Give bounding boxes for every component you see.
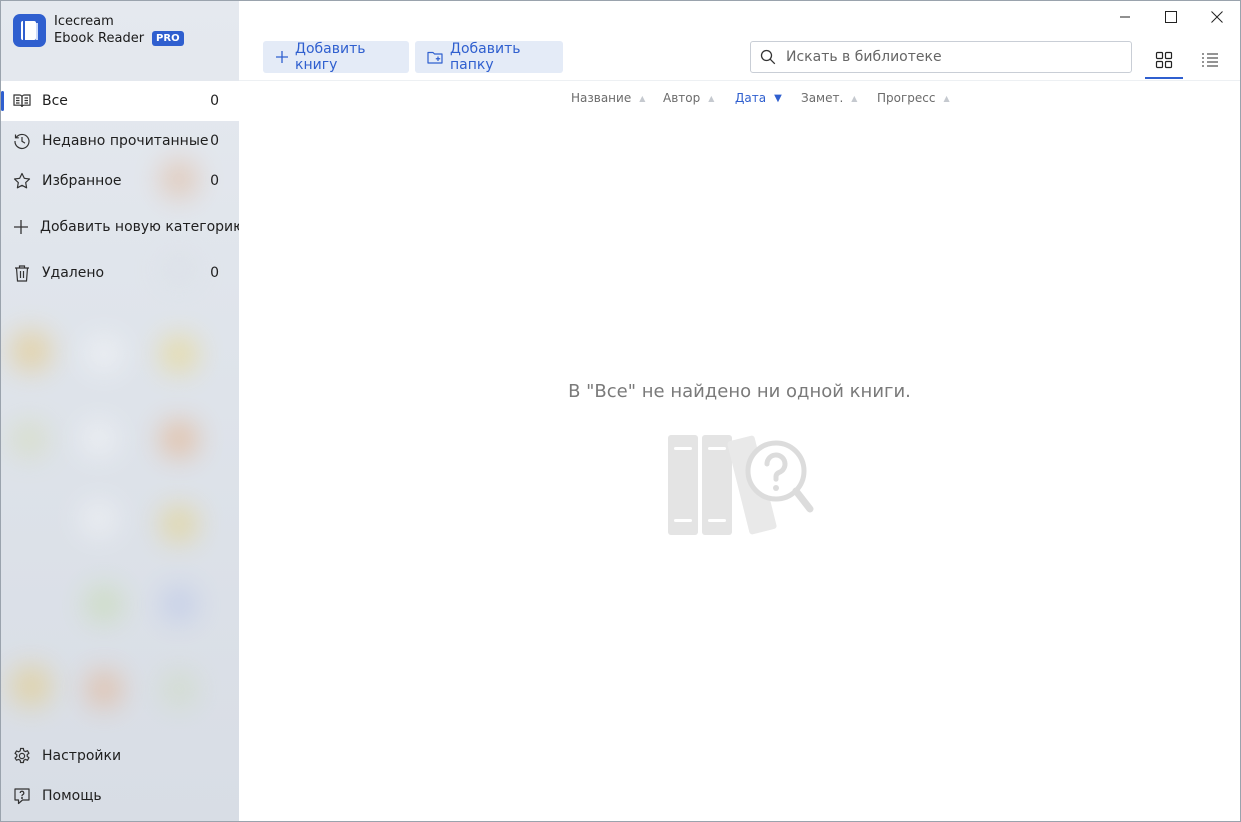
minimize-button[interactable] xyxy=(1102,1,1148,33)
folder-add-icon xyxy=(427,50,444,65)
sidebar-item-count: 0 xyxy=(210,93,219,109)
window-controls xyxy=(1102,1,1240,33)
sort-by-notes[interactable]: Замет. ▲ xyxy=(801,91,857,105)
sidebar-item-label: Добавить новую категорию xyxy=(40,219,239,235)
add-folder-label: Добавить папку xyxy=(450,41,521,73)
plus-icon xyxy=(275,50,289,64)
help-icon xyxy=(13,787,31,805)
sidebar-item-recent[interactable]: Недавно прочитанные 0 xyxy=(1,121,239,161)
sidebar: Icecream Ebook Reader PRO Все 0 Недавно … xyxy=(1,1,239,821)
app-name-line1: Icecream xyxy=(54,14,114,29)
sidebar-item-favorites[interactable]: Избранное 0 xyxy=(1,161,239,201)
library-main: Добавить книгу Добавить папку Искать в б… xyxy=(239,1,1240,821)
history-icon xyxy=(13,132,31,150)
add-book-button[interactable]: Добавить книгу xyxy=(263,41,409,73)
sort-by-title[interactable]: Название ▲ xyxy=(571,91,645,105)
sort-bar: Название ▲ Автор ▲ Дата ▼ Замет. ▲ Прогр… xyxy=(239,91,1240,111)
sort-label: Автор xyxy=(663,91,701,105)
plus-icon xyxy=(13,218,29,236)
sort-arrow-icon: ▲ xyxy=(639,93,646,103)
sort-arrow-icon: ▲ xyxy=(943,93,950,103)
sort-by-date[interactable]: Дата ▼ xyxy=(735,91,782,105)
add-category-button[interactable]: Добавить новую категорию xyxy=(1,207,239,247)
sort-label: Замет. xyxy=(801,91,844,105)
sidebar-item-label: Все xyxy=(42,93,68,109)
grid-view-icon xyxy=(1155,51,1173,69)
sidebar-item-label: Помощь xyxy=(42,788,102,804)
search-icon xyxy=(760,49,776,65)
sidebar-item-count: 0 xyxy=(210,133,219,149)
sidebar-item-label: Настройки xyxy=(42,748,122,764)
grid-view-button[interactable] xyxy=(1145,41,1183,79)
sidebar-item-count: 0 xyxy=(210,173,219,189)
sort-arrow-icon: ▲ xyxy=(851,93,858,103)
settings-button[interactable]: Настройки xyxy=(1,736,239,776)
sidebar-item-label: Удалено xyxy=(42,265,105,281)
list-view-button[interactable] xyxy=(1191,41,1229,79)
app-window: Icecream Ebook Reader PRO Все 0 Недавно … xyxy=(0,0,1241,822)
maximize-icon xyxy=(1165,11,1177,23)
app-logo: Icecream Ebook Reader PRO xyxy=(13,13,184,47)
sort-label: Название xyxy=(571,91,632,105)
sort-arrow-down-icon: ▼ xyxy=(774,92,782,104)
sidebar-item-count: 0 xyxy=(210,265,219,281)
list-view-icon xyxy=(1202,53,1218,67)
app-logo-icon xyxy=(13,13,46,47)
help-button[interactable]: Помощь xyxy=(1,776,239,816)
sidebar-item-label: Избранное xyxy=(42,173,122,189)
sort-label: Дата xyxy=(735,91,767,105)
add-book-label: Добавить книгу xyxy=(295,41,366,73)
search-box[interactable] xyxy=(750,41,1132,73)
sidebar-item-deleted[interactable]: Удалено 0 xyxy=(1,253,239,293)
close-button[interactable] xyxy=(1194,1,1240,33)
pro-badge: PRO xyxy=(152,31,184,46)
maximize-button[interactable] xyxy=(1148,1,1194,33)
star-icon xyxy=(13,172,31,190)
empty-state-message: В "Все" не найдено ни одной книги. xyxy=(568,381,911,402)
close-icon xyxy=(1211,11,1223,23)
sidebar-item-label: Недавно прочитанные xyxy=(42,133,209,149)
trash-icon xyxy=(13,264,31,282)
sort-arrow-icon: ▲ xyxy=(708,93,715,103)
toolbar-divider xyxy=(239,80,1240,81)
sidebar-item-all[interactable]: Все 0 xyxy=(1,81,239,121)
empty-books-search-icon xyxy=(666,431,816,541)
search-input[interactable] xyxy=(784,48,1108,66)
sort-by-author[interactable]: Автор ▲ xyxy=(663,91,714,105)
sort-label: Прогресс xyxy=(877,91,936,105)
minimize-icon xyxy=(1120,16,1130,18)
app-name-line2: Ebook Reader xyxy=(54,31,145,46)
gear-icon xyxy=(13,747,31,765)
add-folder-button[interactable]: Добавить папку xyxy=(415,41,563,73)
sort-by-progress[interactable]: Прогресс ▲ xyxy=(877,91,950,105)
book-open-icon xyxy=(13,92,31,110)
